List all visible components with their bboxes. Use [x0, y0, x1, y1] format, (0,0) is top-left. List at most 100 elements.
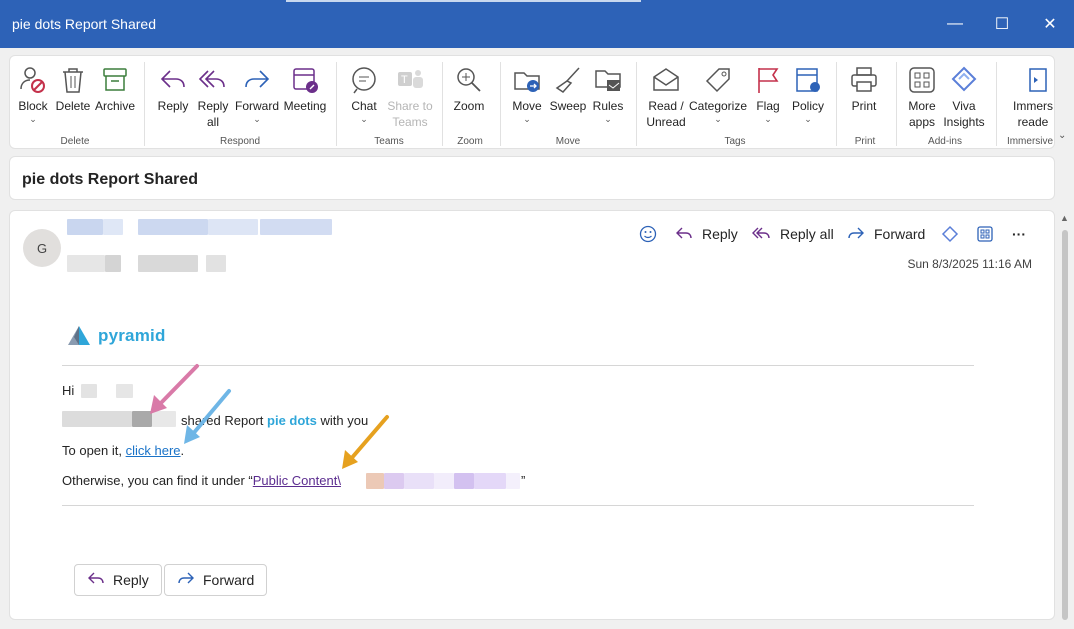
viva-insights-icon — [940, 224, 960, 244]
report-name: pie dots — [267, 413, 317, 428]
redacted-sender — [103, 219, 123, 235]
redacted-path — [474, 473, 506, 489]
group-separator — [144, 62, 145, 146]
minimize-button[interactable]: — — [943, 12, 967, 36]
footer-forward-button[interactable]: Forward — [164, 564, 268, 596]
tag-icon — [700, 62, 736, 98]
close-button[interactable]: ✕ — [1038, 12, 1062, 36]
share-to-teams-button[interactable]: T Share to Teams — [385, 62, 435, 132]
public-content-link[interactable]: Public Content\ — [253, 473, 341, 488]
scrollbar-thumb[interactable] — [1062, 230, 1068, 620]
redacted-path — [384, 473, 404, 489]
forward-icon — [239, 62, 275, 98]
redacted-recipient — [138, 255, 198, 272]
chevron-down-icon: ⌄ — [523, 114, 531, 124]
chat-icon — [346, 62, 382, 98]
group-label-teams: Teams — [374, 136, 404, 147]
ribbon: Block ⌄ Delete Archive Delete Reply Repl… — [9, 55, 1055, 149]
block-button[interactable]: Block ⌄ — [14, 62, 52, 132]
reply-all-action-button[interactable]: Reply all — [752, 223, 834, 245]
emoji-reaction-button[interactable] — [638, 223, 658, 245]
viva-insights-button[interactable]: Viva Insights — [942, 62, 986, 132]
zoom-button[interactable]: Zoom — [450, 62, 488, 132]
maximize-button[interactable]: ☐ — [990, 12, 1014, 36]
redacted-sender — [208, 219, 258, 235]
group-label-move: Move — [555, 136, 581, 147]
divider — [62, 365, 974, 366]
redacted-recipient — [206, 255, 226, 272]
forward-action-button[interactable]: Forward — [846, 223, 925, 245]
flag-button[interactable]: Flag ⌄ — [751, 62, 785, 132]
redacted-recipient — [67, 255, 105, 272]
chat-button[interactable]: Chat ⌄ — [346, 62, 382, 132]
zoom-icon — [451, 62, 487, 98]
group-separator — [336, 62, 337, 146]
chevron-down-icon: ⌄ — [360, 114, 368, 124]
meeting-button[interactable]: Meeting — [282, 62, 328, 132]
group-separator — [500, 62, 501, 146]
redacted-path — [404, 473, 434, 489]
flag-icon — [750, 62, 786, 98]
scroll-up-icon[interactable]: ▲ — [1060, 213, 1069, 223]
print-button[interactable]: Print — [846, 62, 882, 132]
click-here-link[interactable]: click here — [126, 443, 181, 458]
group-label-addins: Add-ins — [928, 136, 962, 147]
redacted-recipient — [105, 255, 121, 272]
group-label-delete: Delete — [60, 136, 90, 147]
redacted-path — [434, 473, 454, 489]
redacted-path — [506, 473, 520, 489]
footer-reply-button[interactable]: Reply — [74, 564, 162, 596]
apps-grid-icon — [975, 224, 995, 244]
chevron-down-icon: ⌄ — [804, 114, 812, 124]
rules-icon — [590, 62, 626, 98]
reply-all-button[interactable]: Reply all — [195, 62, 231, 132]
group-label-zoom: Zoom — [457, 136, 483, 147]
reply-icon — [674, 224, 694, 244]
reply-button[interactable]: Reply — [154, 62, 192, 132]
delete-button[interactable]: Delete — [55, 62, 91, 132]
move-button[interactable]: Move ⌄ — [509, 62, 545, 132]
rules-button[interactable]: Rules ⌄ — [590, 62, 626, 132]
policy-button[interactable]: Policy ⌄ — [789, 62, 827, 132]
reply-all-icon — [752, 224, 772, 244]
ribbon-expand-chevron-icon[interactable]: ⌄ — [1058, 130, 1066, 141]
reply-action-button[interactable]: Reply — [674, 223, 738, 245]
redacted-sender — [260, 219, 332, 235]
smiley-icon — [638, 224, 658, 244]
forward-icon — [846, 224, 866, 244]
chevron-down-icon: ⌄ — [29, 114, 37, 124]
chevron-down-icon: ⌄ — [714, 114, 722, 124]
redacted-sharer — [152, 411, 176, 427]
immersive-reader-button[interactable]: Immers reade — [1010, 62, 1054, 132]
window-title: pie dots Report Shared — [12, 16, 156, 32]
title-bar-highlight — [286, 0, 641, 2]
apps-action-button[interactable] — [975, 223, 995, 245]
group-separator — [996, 62, 997, 146]
teams-icon: T — [392, 62, 428, 98]
message-date: Sun 8/3/2025 11:16 AM — [907, 257, 1032, 271]
more-actions-button[interactable]: ··· — [1012, 223, 1026, 245]
greeting-line: Hi — [62, 383, 75, 398]
archive-button[interactable]: Archive — [94, 62, 136, 132]
svg-text:T: T — [401, 74, 408, 86]
more-apps-button[interactable]: More apps — [902, 62, 942, 132]
viva-insights-action-button[interactable] — [940, 223, 960, 245]
group-separator — [896, 62, 897, 146]
group-label-respond: Respond — [219, 136, 261, 147]
redacted-name — [81, 384, 97, 398]
sweep-button[interactable]: Sweep — [548, 62, 588, 132]
group-label-print: Print — [854, 136, 876, 147]
forward-icon — [177, 571, 195, 590]
forward-button[interactable]: Forward ⌄ — [234, 62, 280, 132]
apps-grid-icon — [904, 62, 940, 98]
group-separator — [442, 62, 443, 146]
reply-all-icon — [195, 62, 231, 98]
policy-icon — [790, 62, 826, 98]
chevron-down-icon: ⌄ — [604, 114, 612, 124]
subject-bar: pie dots Report Shared — [9, 156, 1055, 200]
read-unread-button[interactable]: Read / Unread — [644, 62, 688, 132]
immersive-reader-icon — [1015, 62, 1051, 98]
viva-insights-icon — [946, 62, 982, 98]
find-line-end: ” — [521, 473, 526, 488]
categorize-button[interactable]: Categorize ⌄ — [689, 62, 747, 132]
